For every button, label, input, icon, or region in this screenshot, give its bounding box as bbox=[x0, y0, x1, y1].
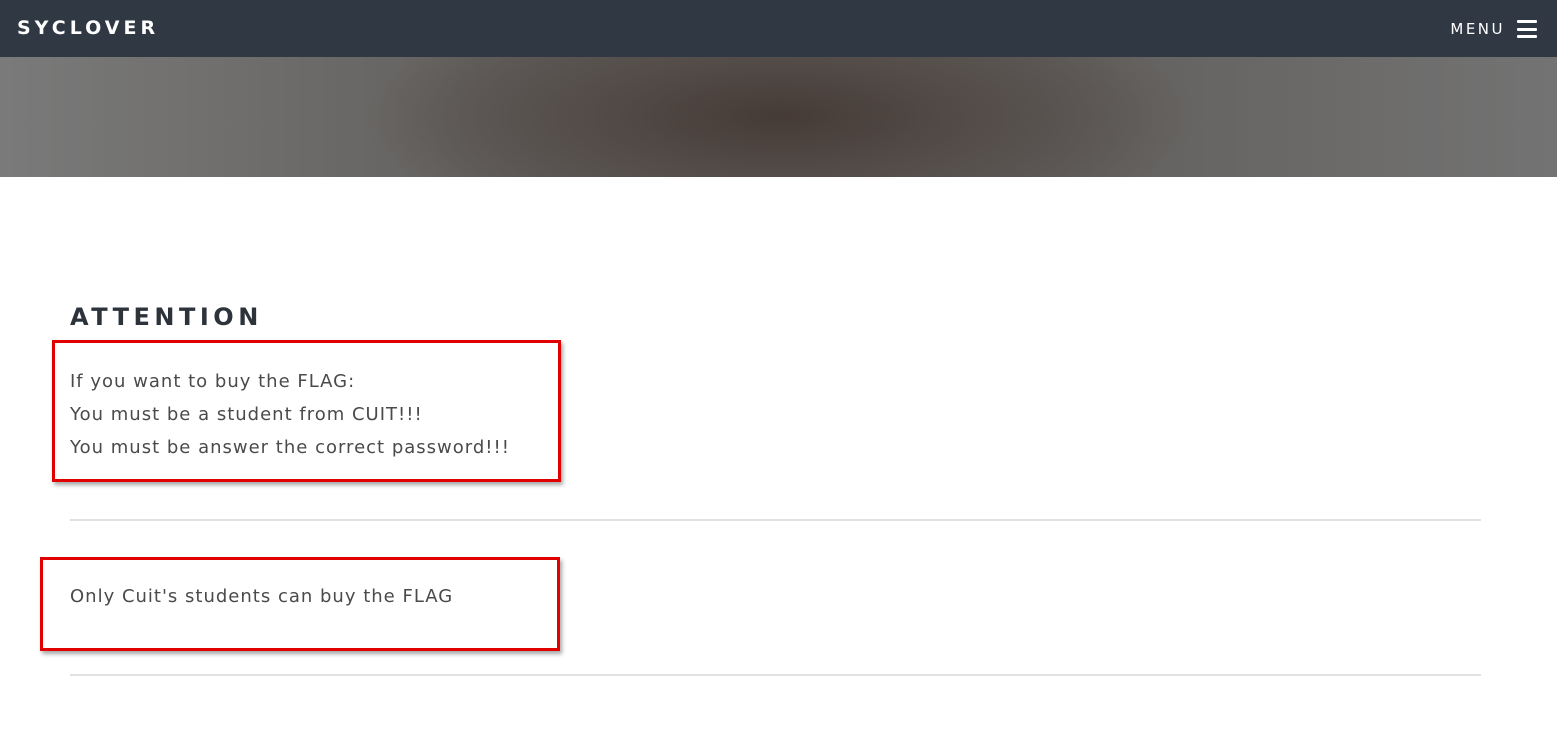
menu-toggle-button[interactable]: MENU bbox=[1450, 16, 1537, 42]
page-heading: ATTENTION bbox=[70, 303, 263, 331]
navbar: SYCLOVER MENU bbox=[0, 0, 1557, 57]
divider bbox=[70, 674, 1481, 676]
hero-banner bbox=[0, 57, 1557, 177]
divider bbox=[70, 519, 1481, 521]
menu-label: MENU bbox=[1450, 20, 1505, 38]
notice-line: You must be a student from CUIT!!! bbox=[70, 404, 423, 425]
hamburger-icon bbox=[1517, 20, 1537, 38]
brand-link[interactable]: SYCLOVER bbox=[17, 16, 159, 40]
status-message: Only Cuit's students can buy the FLAG bbox=[70, 586, 454, 607]
notice-text: If you want to buy the FLAG: You must be… bbox=[70, 365, 510, 464]
notice-line: You must be answer the correct password!… bbox=[70, 437, 510, 458]
notice-line: If you want to buy the FLAG: bbox=[70, 371, 356, 392]
